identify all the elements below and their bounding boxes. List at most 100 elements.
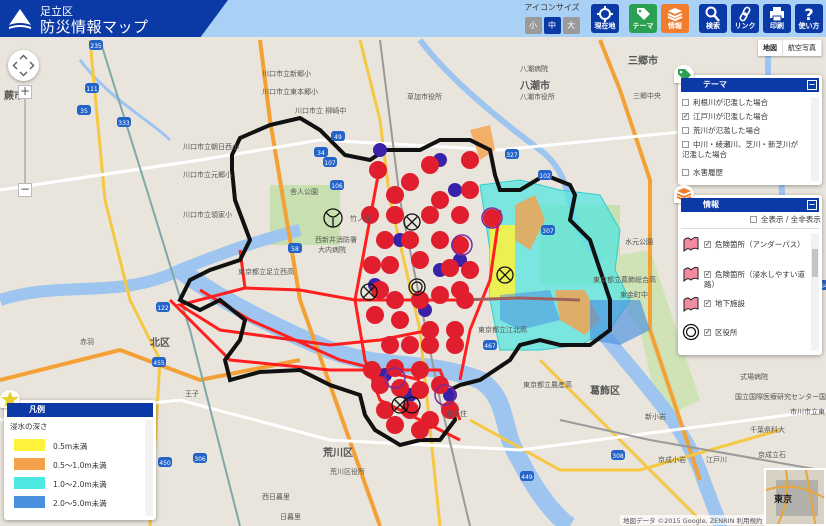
place-label: 北千住 [446,410,467,418]
shelter-marker[interactable] [391,311,409,329]
icon-size-selector: アイコンサイズ 小中大 [517,2,587,34]
checkbox-checked[interactable]: ✓ [704,299,711,307]
shelter-marker[interactable] [371,376,389,394]
shelter-marker[interactable] [431,191,449,209]
scrollbar-thumb[interactable] [812,249,818,277]
shelter-marker[interactable] [401,231,419,249]
pan-control[interactable] [8,50,39,81]
place-label: 草加市役所 [407,93,442,101]
legend-swatch-1-2m [14,477,45,489]
shelter-marker[interactable] [483,209,501,227]
shelter-marker[interactable] [366,306,384,324]
theme-item[interactable]: 水害履歴 [682,168,723,178]
shelter-marker[interactable] [421,336,439,354]
shelter-marker[interactable] [461,181,479,199]
theme-item[interactable]: 荒川が氾濫した場合 [682,126,761,136]
print-button[interactable]: 印刷 [763,4,791,33]
shelter-marker[interactable] [421,206,439,224]
printer-icon [770,7,784,22]
link-button[interactable]: リンク [731,4,759,33]
checkbox-checked[interactable]: ✓ [682,112,689,120]
info-panel-minimize-button[interactable]: − [807,200,817,210]
theme-panel-scrollbar[interactable] [811,97,819,181]
shelter-marker[interactable] [461,261,479,279]
route-shield-number: 49 [334,134,342,141]
shelter-marker[interactable] [376,231,394,249]
theme-button[interactable]: テーマ [629,4,657,33]
route-shield-number: 333 [118,120,130,127]
help-button[interactable]: ? 使い方 [795,4,823,33]
shelter-marker[interactable] [386,186,404,204]
zoom-out-button[interactable]: − [18,183,32,197]
theme-panel-minimize-button[interactable]: − [807,80,817,90]
map-canvas[interactable]: 235 111 35 333 106 107 34 58 49 327 102 307 467 306 12… [0,37,826,526]
shelter-marker[interactable] [431,231,449,249]
place-label: 京成小岩 [658,456,686,464]
place-label: 竹ノ塚 [350,215,371,223]
theme-panel: テーマ − 利根川が氾濫した場合 ✓ 江戸川が氾濫した場合 荒川が氾濫した場合 中… [674,65,822,185]
checkbox-checked[interactable]: ✓ [704,240,711,248]
search-button[interactable]: 検索 [699,4,727,33]
checkbox-checked[interactable]: ✓ [704,328,711,336]
shelter-marker[interactable] [431,286,449,304]
place-label: 東京都立葛飾総合高 [593,276,656,284]
pan-arrows-icon [12,54,35,77]
shelter-marker[interactable] [461,151,479,169]
info-item[interactable]: ✓ 危険箇所（浸水しやすい道路） [704,270,810,290]
place-label: 赤羽 [80,338,94,346]
overview-map[interactable]: 東京 [764,468,826,526]
shelter-marker[interactable] [401,173,419,191]
zoom-in-button[interactable]: + [18,85,32,99]
shelter-marker[interactable] [451,281,469,299]
checkbox-checked[interactable]: ✓ [704,270,711,278]
shelter-marker[interactable] [376,401,394,419]
place-label: 川口市立朝日西小 [183,143,239,151]
shelter-marker[interactable] [446,336,464,354]
shelter-marker[interactable] [363,256,381,274]
shelter-marker[interactable] [411,361,429,379]
info-item[interactable]: ✓ 区役所 [704,328,738,338]
legend-panel-scrollbar[interactable] [145,420,153,516]
shelter-marker[interactable] [386,206,404,224]
shelter-marker[interactable] [386,291,404,309]
map-type-satellite-button[interactable]: 航空写真 [783,40,822,56]
icon-size-small-button[interactable]: 小 [524,17,542,34]
info-item[interactable]: ✓ 危険箇所（アンダーパス） [704,240,805,250]
zoom-slider-track[interactable] [24,91,26,189]
shelter-marker[interactable] [381,336,399,354]
checkbox[interactable] [682,140,689,148]
shelter-marker[interactable] [386,416,404,434]
shelter-marker[interactable] [411,381,429,399]
checkbox[interactable] [682,168,689,176]
theme-item[interactable]: 中川・綾瀬川、芝川・新芝川が氾濫した場合 [682,140,802,160]
theme-item[interactable]: ✓ 江戸川が氾濫した場合 [682,112,768,122]
shelter-marker[interactable] [381,256,399,274]
route-shield-number: 34 [317,150,325,157]
info-item[interactable]: ✓ 地下施設 [704,299,745,309]
map-type-roadmap-button[interactable]: 地図 [758,40,783,56]
shelter-marker[interactable] [401,336,419,354]
info-panel-scrollbar[interactable] [811,233,819,351]
shelter-marker[interactable] [441,259,459,277]
place-label: 東京都立足立西高 [238,268,294,276]
icon-size-large-button[interactable]: 大 [562,17,580,34]
current-location-button[interactable]: 現在地 [591,4,619,33]
shelter-marker[interactable] [373,143,387,157]
place-label: 西日暮里 [262,493,290,501]
info-button[interactable]: 情報 [661,4,689,33]
checkbox[interactable] [750,215,757,223]
shelter-marker[interactable] [421,156,439,174]
search-icon [705,6,720,22]
shelter-marker[interactable] [448,183,462,197]
place-label: 舎人公園 [290,188,318,196]
checkbox[interactable] [682,126,689,134]
shelter-marker[interactable] [451,206,469,224]
icon-size-medium-button[interactable]: 中 [543,17,561,34]
toggle-all-option[interactable]: 全表示 / 全非表示 [750,215,821,225]
shelter-marker[interactable] [411,421,429,439]
shelter-marker[interactable] [369,161,387,179]
theme-item[interactable]: 利根川が氾濫した場合 [682,98,768,108]
shelter-marker[interactable] [411,251,429,269]
checkbox[interactable] [682,98,689,106]
pink-flag-icon [683,236,699,253]
